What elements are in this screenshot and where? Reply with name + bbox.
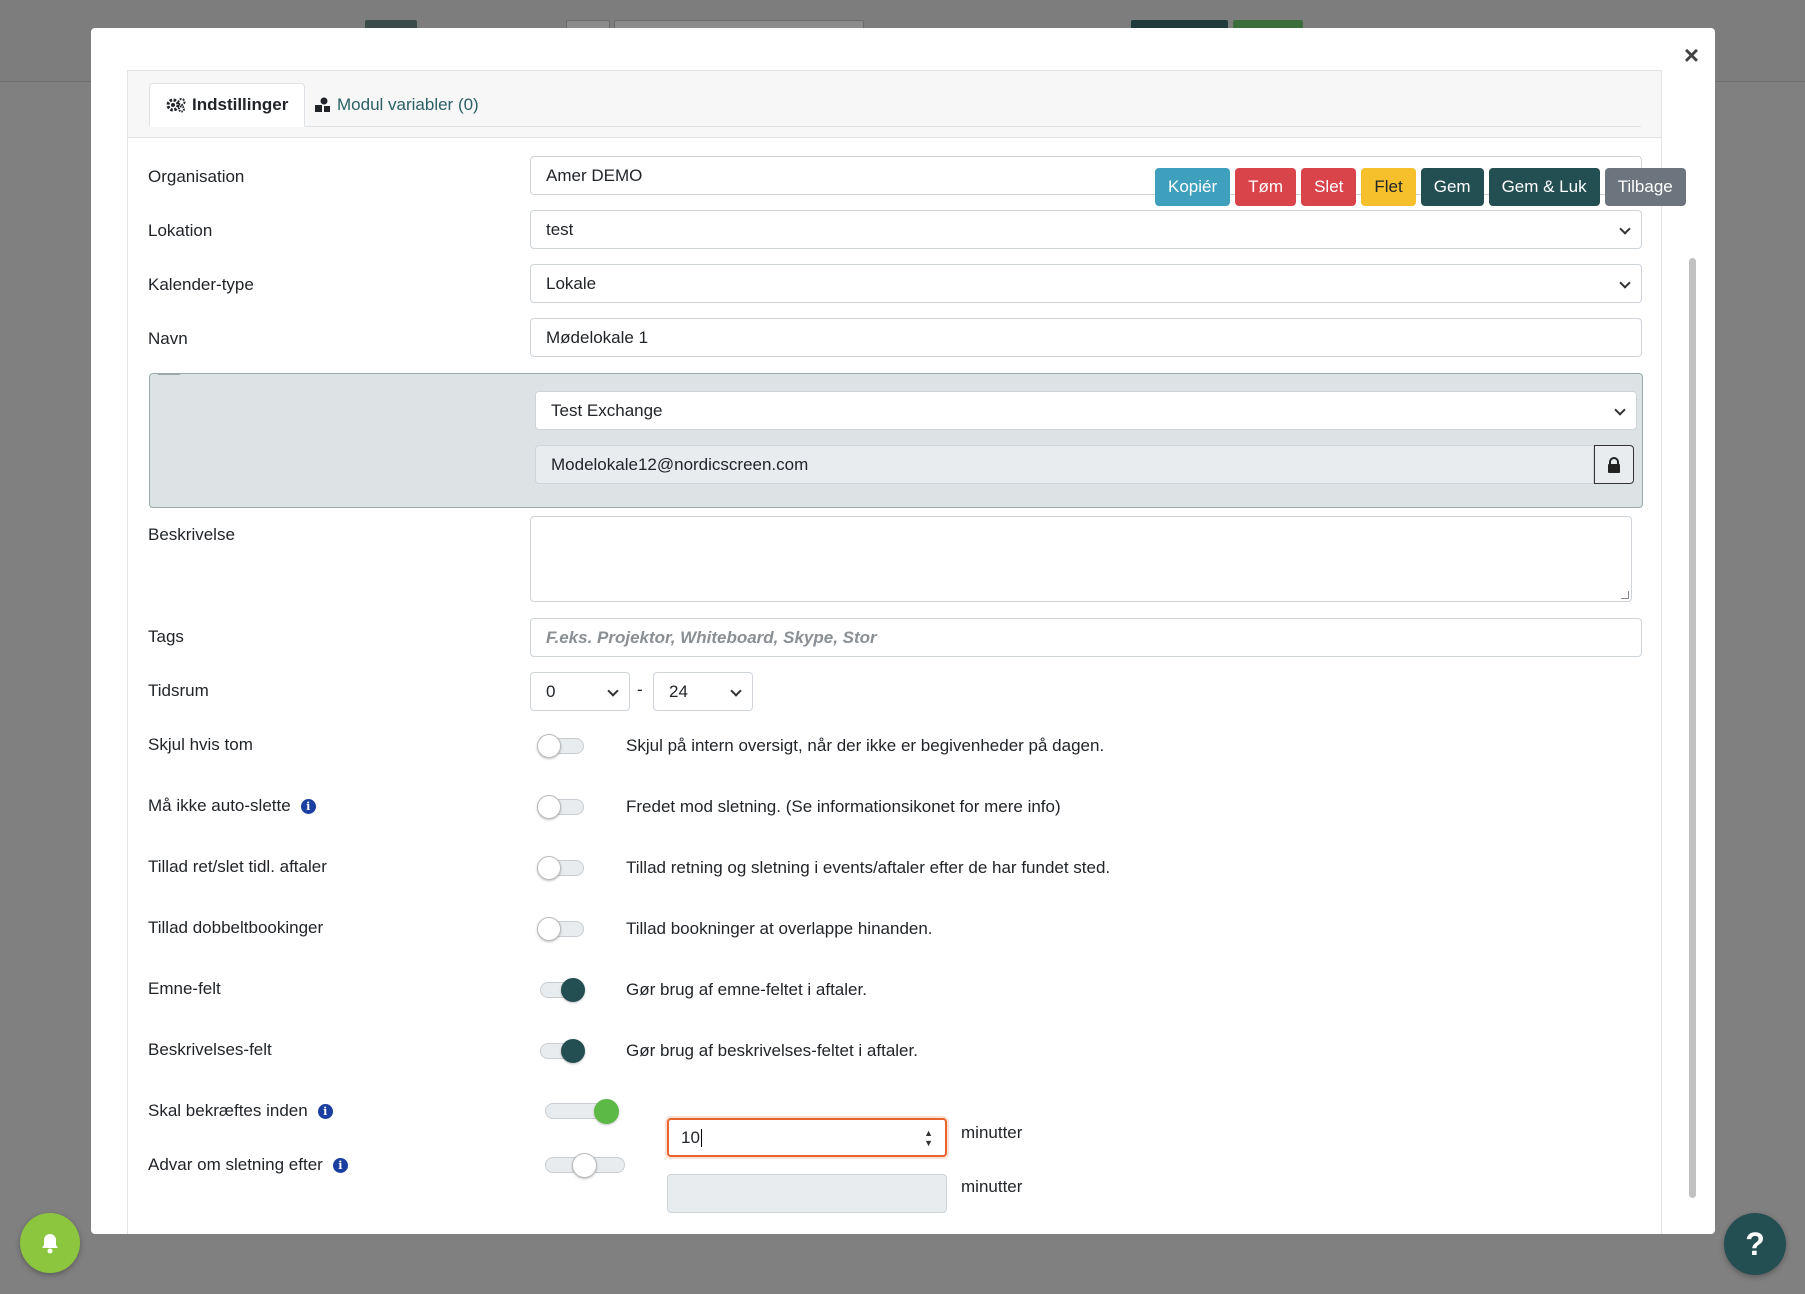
toggle-knob <box>537 795 561 819</box>
toggle-label-auto-slette: Må ikke auto-slette i <box>148 796 316 816</box>
toggle-label-ret-slet: Tillad ret/slet tidl. aftaler <box>148 857 327 876</box>
tidsrum-from-value: 0 <box>546 681 556 701</box>
info-icon[interactable]: i <box>300 799 316 814</box>
lokation-select[interactable]: test <box>530 210 1642 249</box>
warn-minutes-input[interactable] <box>667 1174 947 1213</box>
tab-indstillinger[interactable]: Indstillinger <box>149 83 306 127</box>
lokation-value: test <box>546 219 574 239</box>
exchange-email-value: Modelokale12@nordicscreen.com <box>551 454 809 474</box>
beskrivelse-label: Beskrivelse <box>148 525 235 544</box>
toggle-desc-auto-slette: Fredet mod sletning. (Se informationsiko… <box>626 797 1061 816</box>
save-button[interactable]: Gem <box>1420 168 1484 206</box>
tidsrum-label: Tidsrum <box>148 681 209 700</box>
bell-icon <box>42 1234 58 1254</box>
toggle-emne-felt[interactable] <box>540 978 585 1002</box>
exchange-panel-tab <box>158 373 180 375</box>
tab-divider <box>149 126 1641 127</box>
scrollbar-thumb[interactable] <box>1689 258 1696 1198</box>
toggle-desc-skjul: Skjul på intern oversigt, når der ikke e… <box>626 736 1105 755</box>
tags-placeholder: F.eks. Projektor, Whiteboard, Skype, Sto… <box>546 627 877 647</box>
confirm-label-text: Skal bekræftes inden <box>148 1101 308 1120</box>
toggle-desc-dobbelt: Tillad bookninger at overlappe hinanden. <box>626 919 933 938</box>
warn-label: Advar om sletning efter i <box>148 1155 348 1175</box>
toggle-desc-beskrivelse: Gør brug af beskrivelses-feltet i aftale… <box>626 1041 918 1060</box>
organisation-label: Organisation <box>148 167 245 186</box>
save-close-button[interactable]: Gem & Luk <box>1488 168 1600 206</box>
close-icon[interactable]: × <box>1684 42 1699 68</box>
resize-handle[interactable] <box>1621 591 1629 599</box>
toggle-knob <box>561 978 585 1002</box>
confirm-minutes-value: 10 <box>681 1127 700 1147</box>
exchange-panel: Test Exchange Modelokale12@nordicscreen.… <box>149 373 1643 508</box>
exchange-account-value: Test Exchange <box>551 400 663 420</box>
warn-slider[interactable] <box>545 1153 625 1178</box>
organisation-value: Amer DEMO <box>546 165 643 185</box>
card-header: Indstillinger Modul variabler (0) <box>128 71 1661 138</box>
toggle-label-skjul: Skjul hvis tom <box>148 735 253 754</box>
shapes-icon <box>315 97 330 112</box>
slider-knob[interactable] <box>572 1153 597 1178</box>
toggle-skjul-hvis-tom[interactable] <box>537 734 584 758</box>
gears-icon <box>166 98 186 113</box>
toggle-knob <box>561 1039 585 1063</box>
tags-label: Tags <box>148 627 184 646</box>
toggle-knob <box>537 734 561 758</box>
toggle-label-auto-slette-text: Må ikke auto-slette <box>148 796 291 815</box>
modal-scrollbar[interactable] <box>1686 72 1698 1222</box>
tidsrum-separator: - <box>637 680 643 699</box>
spinner-icon[interactable]: ▲ ▼ <box>924 1128 933 1148</box>
tab-modul-variabler-label: Modul variabler (0) <box>337 94 479 114</box>
toggle-label-dobbelt: Tillad dobbeltbookinger <box>148 918 324 937</box>
text-cursor <box>700 1128 702 1147</box>
confirm-minutes-input[interactable]: 10 ▲ ▼ <box>667 1118 947 1157</box>
toggle-label-emne: Emne-felt <box>148 979 221 998</box>
navn-field[interactable]: Mødelokale 1 <box>530 318 1642 357</box>
lock-icon <box>1608 456 1620 473</box>
exchange-email-field[interactable]: Modelokale12@nordicscreen.com <box>535 445 1594 484</box>
navn-value: Mødelokale 1 <box>546 327 649 347</box>
delete-button[interactable]: Slet <box>1301 168 1357 206</box>
question-icon: ? <box>1745 1225 1765 1262</box>
beskrivelse-textarea[interactable] <box>530 516 1632 602</box>
lock-button[interactable] <box>1594 445 1634 484</box>
help-button[interactable]: ? <box>1724 1213 1786 1275</box>
merge-button[interactable]: Flet <box>1361 168 1416 206</box>
warn-unit: minutter <box>961 1177 1023 1196</box>
action-toolbar: Kopiér Tøm Slet Flet Gem Gem & Luk Tilba… <box>1155 168 1686 206</box>
tidsrum-to-value: 24 <box>669 681 688 701</box>
confirm-unit: minutter <box>961 1123 1023 1142</box>
toggle-knob <box>537 917 561 941</box>
exchange-account-select[interactable]: Test Exchange <box>535 391 1637 430</box>
tab-modul-variabler[interactable]: Modul variabler (0) <box>298 83 495 126</box>
toggle-desc-emne: Gør brug af emne-feltet i aftaler. <box>626 980 867 999</box>
tidsrum-from-select[interactable]: 0 <box>530 672 630 711</box>
confirm-slider[interactable] <box>545 1099 619 1124</box>
toggle-label-beskrivelse: Beskrivelses-felt <box>148 1040 272 1059</box>
toggle-tillad-dobbeltbookinger[interactable] <box>537 917 584 941</box>
slider-knob[interactable] <box>594 1099 619 1124</box>
confirm-label: Skal bekræftes inden i <box>148 1101 333 1121</box>
tab-indstillinger-label: Indstillinger <box>192 95 289 114</box>
navn-label: Navn <box>148 329 188 348</box>
kalender-type-value: Lokale <box>546 273 597 293</box>
info-icon[interactable]: i <box>317 1104 333 1119</box>
toggle-knob <box>537 856 561 880</box>
tidsrum-to-select[interactable]: 24 <box>653 672 753 711</box>
toggle-ma-ikke-auto-slette[interactable] <box>537 795 584 819</box>
notification-button[interactable] <box>20 1213 80 1273</box>
lokation-label: Lokation <box>148 221 213 240</box>
edit-calendar-modal: × Indstillinger Modul variabler (0) Orga… <box>91 28 1715 1234</box>
back-button[interactable]: Tilbage <box>1604 168 1686 206</box>
info-icon[interactable]: i <box>332 1158 348 1173</box>
kalender-type-label: Kalender-type <box>148 275 254 294</box>
warn-label-text: Advar om sletning efter <box>148 1155 323 1174</box>
kalender-type-select[interactable]: Lokale <box>530 264 1642 303</box>
clear-button[interactable]: Tøm <box>1235 168 1297 206</box>
toggle-beskrivelses-felt[interactable] <box>540 1039 585 1063</box>
toggle-tillad-ret-slet[interactable] <box>537 856 584 880</box>
toggle-desc-ret-slet: Tillad retning og sletning i events/afta… <box>626 858 1111 877</box>
tags-input[interactable]: F.eks. Projektor, Whiteboard, Skype, Sto… <box>530 618 1642 657</box>
copy-button[interactable]: Kopiér <box>1155 168 1231 206</box>
